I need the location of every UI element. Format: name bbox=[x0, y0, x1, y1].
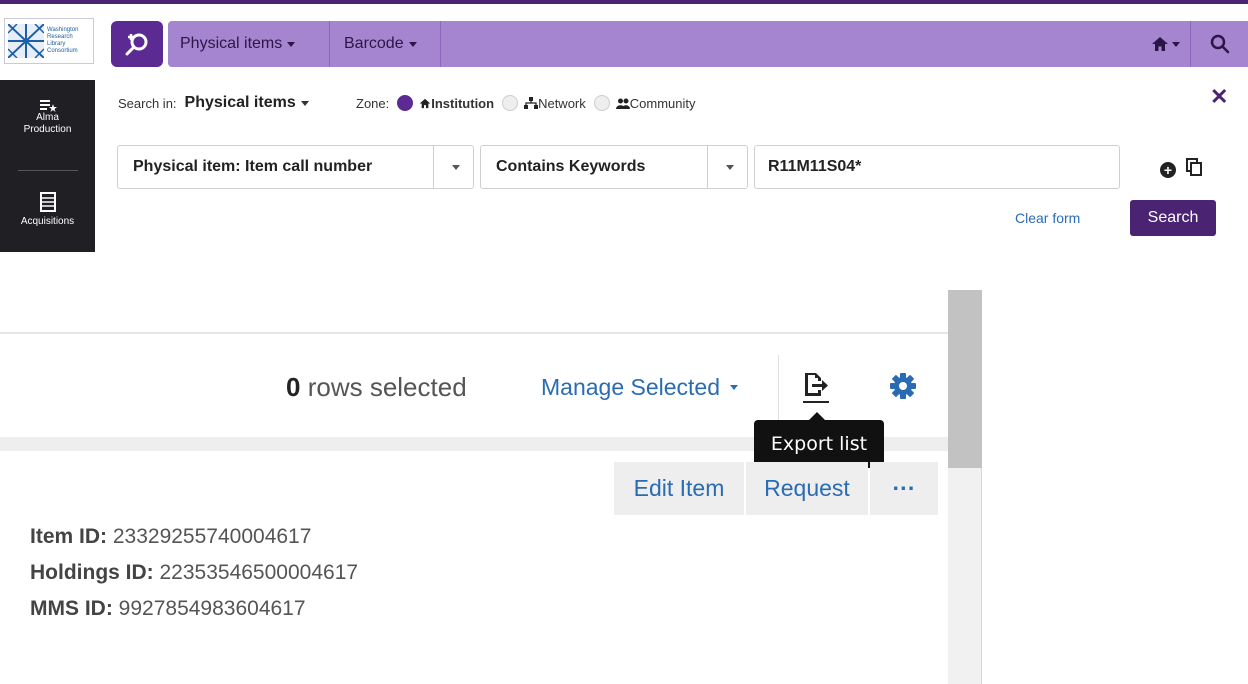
search-value-text: R11M11S04* bbox=[768, 158, 862, 175]
zone-radio-network[interactable] bbox=[502, 95, 519, 111]
chevron-down-icon bbox=[287, 41, 296, 47]
persistent-search-button[interactable] bbox=[111, 21, 163, 67]
holdings-id-value: 22353546500004617 bbox=[159, 561, 359, 584]
search-button[interactable]: Search bbox=[1130, 200, 1216, 236]
nav-label: Production bbox=[23, 124, 72, 135]
rows-selected-count: 0 rows selected bbox=[286, 372, 467, 402]
dropdown-toggle[interactable] bbox=[707, 146, 747, 188]
export-icon[interactable] bbox=[802, 370, 830, 404]
search-in-value: Physical items bbox=[184, 94, 296, 111]
search-type-label: Physical items bbox=[180, 35, 283, 52]
nav-divider bbox=[18, 170, 78, 171]
home-icon bbox=[419, 98, 431, 108]
nav-item-alma-production[interactable]: Alma Production bbox=[0, 98, 95, 136]
zone-radio-community[interactable] bbox=[593, 95, 610, 111]
edit-item-button[interactable]: Edit Item bbox=[614, 462, 744, 515]
search-submit-button[interactable] bbox=[1190, 21, 1248, 67]
zone-label: Zone: bbox=[356, 95, 390, 111]
left-navigation: Alma Production Acquisitions bbox=[0, 80, 95, 252]
chevron-down-icon bbox=[726, 164, 734, 170]
chevron-down-icon bbox=[452, 164, 460, 170]
toolbar-divider bbox=[440, 21, 441, 67]
copy-icon[interactable] bbox=[1186, 158, 1202, 176]
logo-mark-icon bbox=[8, 24, 44, 58]
gear-icon[interactable] bbox=[888, 371, 918, 401]
home-menu-button[interactable] bbox=[1141, 21, 1189, 67]
mms-id-row: MMS ID: 9927854983604617 bbox=[30, 597, 306, 620]
toolbar-divider bbox=[329, 21, 330, 67]
institution-logo[interactable]: Washington Research Library Consortium bbox=[4, 18, 94, 64]
chevron-down-icon bbox=[300, 100, 309, 106]
search-toolbar: Physical items Barcode bbox=[168, 21, 1248, 67]
search-in-selector[interactable]: Search in: Physical items bbox=[118, 92, 309, 114]
search-icon bbox=[1210, 34, 1229, 54]
manage-selected-label: Manage Selected bbox=[541, 374, 721, 400]
nav-label: Alma bbox=[36, 112, 59, 123]
export-tooltip: Export list bbox=[754, 412, 884, 468]
search-operator-dropdown[interactable]: Contains Keywords bbox=[480, 145, 748, 189]
mms-id-value: 9927854983604617 bbox=[118, 597, 306, 620]
search-index-label: Barcode bbox=[344, 35, 404, 52]
zone-option-network[interactable]: Network bbox=[524, 96, 586, 111]
dropdown-toggle[interactable] bbox=[433, 146, 473, 188]
more-actions-button[interactable]: ··· bbox=[870, 462, 938, 515]
close-icon[interactable]: ✕ bbox=[1210, 84, 1228, 110]
zone-selector: Zone: Institution Network Community bbox=[356, 92, 696, 114]
search-field-value: Physical item: Item call number bbox=[133, 158, 373, 175]
request-button[interactable]: Request bbox=[746, 462, 868, 515]
scrollbar-thumb[interactable] bbox=[948, 290, 982, 468]
search-in-label: Search in: bbox=[118, 95, 177, 111]
logo-text: Washington Research Library Consortium bbox=[47, 27, 79, 54]
chevron-down-icon bbox=[408, 41, 417, 47]
nav-item-acquisitions[interactable]: Acquisitions bbox=[0, 192, 95, 228]
manage-selected-dropdown[interactable]: Manage Selected bbox=[541, 374, 739, 401]
home-icon bbox=[1151, 37, 1168, 51]
zone-option-institution[interactable]: Institution bbox=[419, 96, 494, 111]
chevron-down-icon bbox=[730, 385, 739, 390]
holdings-id-row: Holdings ID: 22353546500004617 bbox=[30, 561, 359, 584]
results-divider bbox=[0, 332, 948, 334]
zone-option-community[interactable]: Community bbox=[615, 96, 696, 111]
search-type-dropdown[interactable]: Physical items bbox=[180, 21, 296, 67]
item-id-row: Item ID: 23329255740004617 bbox=[30, 525, 312, 548]
list-star-icon bbox=[39, 100, 57, 112]
search-field-dropdown[interactable]: Physical item: Item call number bbox=[117, 145, 474, 189]
network-icon bbox=[524, 97, 539, 109]
search-operator-value: Contains Keywords bbox=[496, 158, 646, 175]
zone-radio-institution[interactable] bbox=[397, 95, 414, 111]
item-id-value: 23329255740004617 bbox=[112, 525, 312, 548]
search-value-input[interactable]: R11M11S04* bbox=[754, 145, 1120, 189]
users-icon bbox=[615, 98, 630, 109]
clear-form-link[interactable]: Clear form bbox=[1015, 210, 1080, 226]
search-plus-icon bbox=[125, 33, 148, 56]
chevron-down-icon bbox=[1171, 41, 1180, 47]
ledger-icon bbox=[39, 192, 56, 212]
search-index-dropdown[interactable]: Barcode bbox=[344, 21, 417, 67]
nav-label: Acquisitions bbox=[20, 216, 75, 227]
add-condition-icon[interactable]: + bbox=[1160, 162, 1176, 178]
top-bar: Washington Research Library Consortium P… bbox=[0, 4, 1248, 74]
